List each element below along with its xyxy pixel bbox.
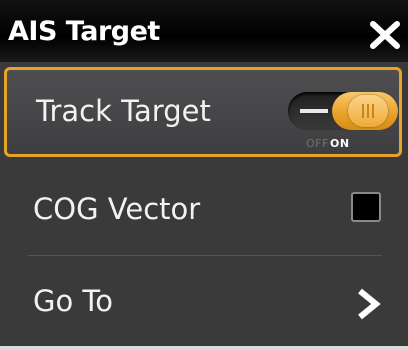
knob-grip bbox=[372, 104, 374, 118]
knob-grip bbox=[362, 104, 364, 118]
menu-item-go-to[interactable]: Go To bbox=[0, 256, 408, 350]
toggle-off-label: OFF bbox=[306, 137, 329, 150]
close-icon[interactable] bbox=[368, 20, 402, 50]
track-target-label: Track Target bbox=[36, 94, 211, 128]
toggle-knob bbox=[348, 95, 388, 127]
toggle-on-label: ON bbox=[330, 137, 350, 150]
cog-vector-checkbox[interactable] bbox=[351, 192, 381, 222]
dialog-title: AIS Target bbox=[8, 16, 160, 47]
dialog-header: AIS Target bbox=[0, 0, 408, 62]
track-target-toggle[interactable] bbox=[288, 92, 398, 130]
go-to-label: Go To bbox=[33, 284, 113, 318]
knob-grip bbox=[367, 104, 369, 118]
toggle-off-indicator bbox=[300, 109, 328, 113]
menu-item-cog-vector[interactable]: COG Vector bbox=[0, 160, 408, 254]
cog-vector-label: COG Vector bbox=[33, 192, 201, 226]
ais-target-dialog: AIS Target Track Target OFF ON COG Vecto… bbox=[0, 0, 408, 346]
chevron-right-icon[interactable] bbox=[354, 287, 382, 321]
